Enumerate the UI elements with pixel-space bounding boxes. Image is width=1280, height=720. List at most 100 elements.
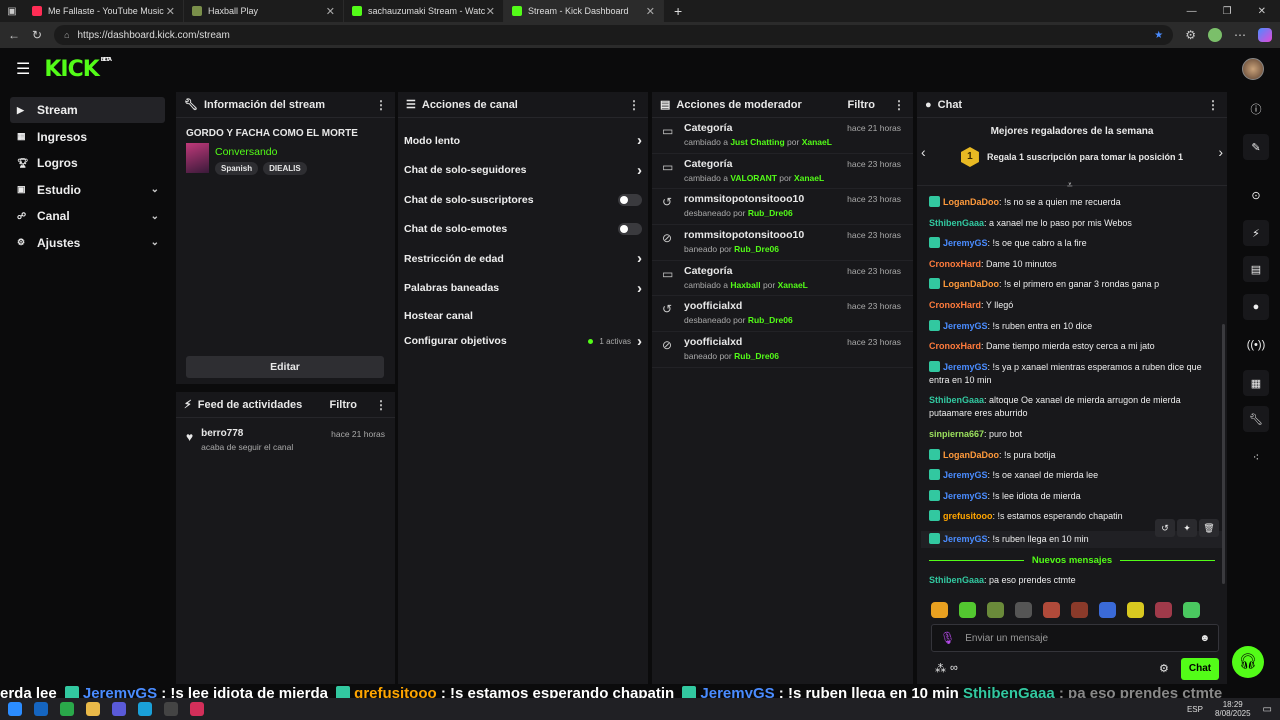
chat-username[interactable]: SthibenGaaa — [929, 218, 984, 228]
emote-icon[interactable] — [959, 602, 976, 618]
notifications-icon[interactable]: ▭ — [1263, 704, 1272, 715]
close-tab-icon[interactable]: ✕ — [326, 5, 335, 18]
category-name[interactable]: Conversando — [215, 146, 307, 158]
gifters-next-icon[interactable]: › — [1218, 144, 1223, 160]
send-chat-button[interactable]: Chat — [1181, 658, 1219, 680]
emote-icon[interactable] — [987, 602, 1004, 618]
help-button[interactable]: 🎧︎ — [1232, 646, 1264, 678]
chat-message[interactable]: sinpierna667: puro bot — [917, 428, 1227, 441]
mod-action-title[interactable]: rommsitopotonsitooo10 — [684, 193, 804, 205]
emote-icon[interactable] — [1015, 602, 1032, 618]
chat-username[interactable]: LoganDaDoo — [943, 279, 999, 289]
chat-username[interactable]: grefusitooo — [943, 511, 993, 521]
chat-message[interactable]: SthibenGaaa: pa eso prendes ctmte — [917, 574, 1227, 587]
mod-action-title[interactable]: Categoría — [684, 158, 824, 170]
scrollbar[interactable] — [1222, 324, 1225, 584]
mod-action-by[interactable]: Rub_Dre06 — [748, 315, 793, 325]
mod-action-by[interactable]: XanaeL — [778, 280, 808, 290]
mod-action-by[interactable]: Rub_Dre06 — [734, 244, 779, 254]
mod-action-title[interactable]: Categoría — [684, 122, 832, 134]
chat-message[interactable]: JeremyGS: !s ya p xanael mientras espera… — [917, 360, 1227, 387]
emote-icon[interactable] — [1043, 602, 1060, 618]
chat-message[interactable]: CronoxHard: Dame 10 minutos — [917, 258, 1227, 271]
app-icon[interactable] — [112, 702, 126, 716]
stream-tag[interactable]: Spanish — [215, 162, 259, 175]
bolt-icon[interactable]: ⚡︎ — [1243, 220, 1269, 246]
chat-username[interactable]: sinpierna667 — [929, 429, 984, 439]
chat-tool-icon[interactable]: ● — [1243, 294, 1269, 320]
chat-message[interactable]: JeremyGS: !s lee idiota de mierda — [917, 489, 1227, 503]
new-tab-button[interactable]: + — [674, 3, 682, 19]
infinity-icon[interactable]: ∞ — [950, 662, 958, 675]
browser-tab[interactable]: Haxball Play ✕ — [184, 0, 344, 22]
reload-icon[interactable]: ↻ — [32, 28, 42, 42]
chat-message[interactable]: SthibenGaaa: a xanael me lo paso por mis… — [917, 217, 1227, 230]
stream-info-menu-icon[interactable]: ⋮ — [375, 98, 387, 112]
kick-logo[interactable]: KICK BETA — [44, 57, 112, 82]
close-tab-icon[interactable]: ✕ — [486, 5, 495, 18]
channel-action-item[interactable]: Chat de solo-suscriptores — [398, 185, 648, 215]
emoji-icon[interactable]: ☻ — [1199, 633, 1210, 644]
emote-icon[interactable] — [1155, 602, 1172, 618]
extensions-icon[interactable]: ⚙ — [1185, 28, 1196, 42]
chat-username[interactable]: JeremyGS — [943, 321, 988, 331]
chat-message[interactable]: CronoxHard: Y llegó — [917, 299, 1227, 312]
stream-tag[interactable]: DIEALIS — [263, 162, 307, 175]
broadcast-icon[interactable]: ((•)) — [1243, 332, 1269, 358]
obs-icon[interactable] — [164, 702, 178, 716]
user-avatar[interactable] — [1242, 58, 1264, 80]
info-icon[interactable]: ⓘ — [1243, 96, 1269, 122]
channel-action-item[interactable]: Hostear canal — [398, 303, 648, 329]
sidebar-item-stream[interactable]: ▶ Stream — [10, 97, 165, 123]
mod-actions-menu-icon[interactable]: ⋮ — [893, 98, 905, 112]
mod-action-target[interactable]: Haxball — [730, 280, 760, 290]
browser-tab[interactable]: Stream - Kick Dashboard ✕ — [504, 0, 664, 22]
chat-username[interactable]: SthibenGaaa — [929, 575, 984, 585]
store-icon[interactable] — [60, 702, 74, 716]
mod-action-by[interactable]: XanaeL — [794, 173, 824, 183]
chat-message[interactable]: JeremyGS: !s oe xanael de mierda lee — [917, 469, 1227, 482]
mod-action-target[interactable]: VALORANT — [730, 173, 777, 183]
channel-action-item[interactable]: Modo lento › — [398, 126, 648, 156]
integrations-icon[interactable]: ⁖ — [1243, 444, 1269, 470]
minimize-icon[interactable]: — — [1187, 6, 1197, 17]
channel-actions-menu-icon[interactable]: ⋮ — [628, 98, 640, 112]
layout-icon[interactable]: ▦ — [1243, 370, 1269, 396]
mod-action-by[interactable]: XanaeL — [802, 137, 832, 147]
copilot-icon[interactable] — [1258, 28, 1272, 42]
chat-message[interactable]: LoganDaDoo: !s no se a quien me recuerda — [917, 196, 1227, 209]
chat-message[interactable]: CronoxHard: Dame tiempo mierda estoy cer… — [917, 340, 1227, 353]
language-indicator[interactable]: ESP — [1187, 705, 1203, 714]
mod-action-title[interactable]: rommsitopotonsitooo10 — [684, 229, 804, 241]
chat-username[interactable]: JeremyGS — [943, 470, 988, 480]
emote-icon[interactable] — [1127, 602, 1144, 618]
start-icon[interactable] — [8, 702, 22, 716]
tools-icon[interactable]: 🔧︎ — [1243, 406, 1269, 432]
browser-tab[interactable]: Me Fallaste - YouTube Music ✕ — [24, 0, 184, 22]
gifters-prev-icon[interactable]: ‹ — [921, 144, 926, 160]
sidebar-item-ingresos[interactable]: ▦ Ingresos — [10, 124, 165, 150]
camera-icon[interactable]: ⊙ — [1243, 182, 1269, 208]
sidebar-item-logros[interactable]: 🏆︎ Logros — [10, 150, 165, 176]
chat-message[interactable]: LoganDaDoo: !s el primero en ganar 3 ron… — [917, 278, 1227, 291]
chat-username[interactable]: JeremyGS — [943, 491, 988, 501]
reply-icon[interactable]: ↺ — [1155, 518, 1175, 537]
window-menu-icon[interactable]: ▣ — [0, 6, 24, 17]
toggle-switch[interactable] — [618, 193, 642, 206]
chat-username[interactable]: SthibenGaaa — [929, 395, 984, 405]
mod-action-by[interactable]: Rub_Dre06 — [748, 208, 793, 218]
emote-icon[interactable] — [1099, 602, 1116, 618]
new-messages-divider[interactable]: Nuevos mensajes — [917, 555, 1227, 566]
pin-icon[interactable]: ✦ — [1177, 518, 1197, 537]
emote-icon[interactable] — [1071, 602, 1088, 618]
chat-username[interactable]: LoganDaDoo — [943, 197, 999, 207]
mod-action-by[interactable]: Rub_Dre06 — [734, 351, 779, 361]
url-field[interactable]: ⌂ https://dashboard.kick.com/stream ★ — [54, 25, 1174, 45]
points-icon[interactable]: ⁂ — [935, 662, 946, 675]
mod-action-title[interactable]: yoofficialxd — [684, 300, 793, 312]
pencil-icon[interactable]: ✎ — [1243, 134, 1269, 160]
close-tab-icon[interactable]: ✕ — [646, 5, 655, 18]
close-window-icon[interactable]: ✕ — [1258, 6, 1266, 17]
hamburger-menu-icon[interactable]: ☰ — [16, 59, 30, 79]
mod-action-target[interactable]: Just Chatting — [730, 137, 784, 147]
